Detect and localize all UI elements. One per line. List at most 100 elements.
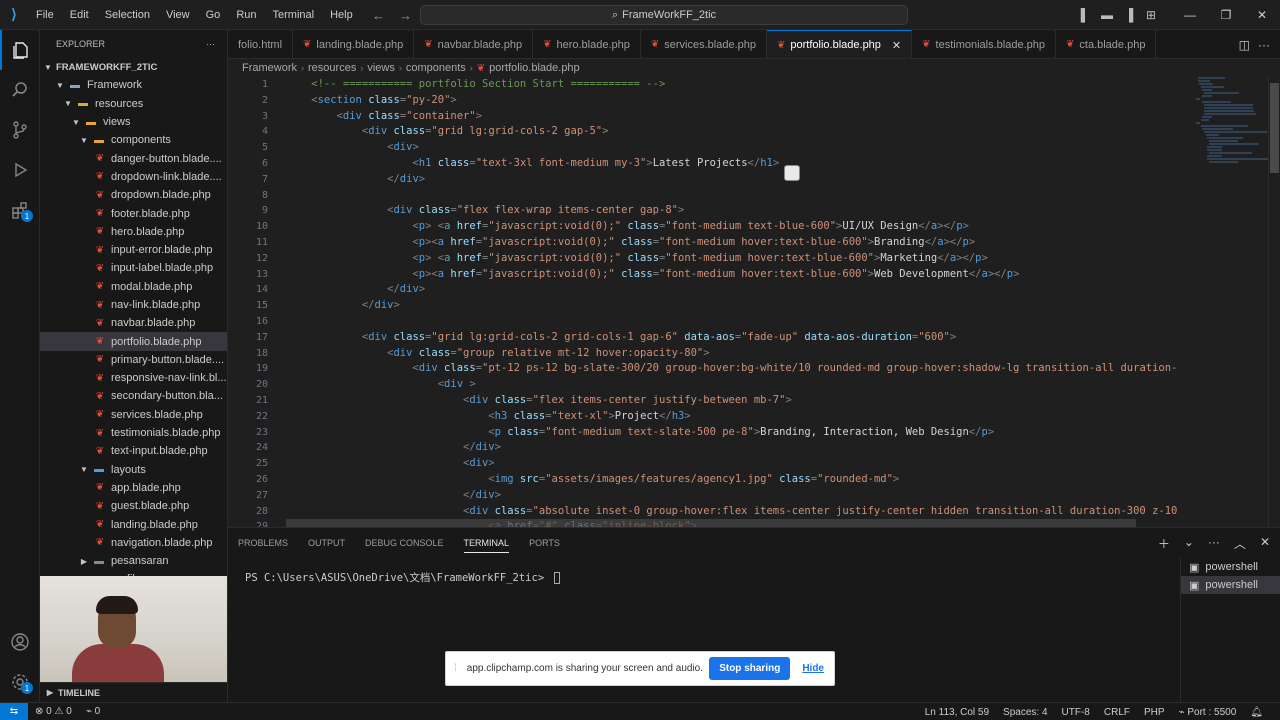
live-server-port[interactable]: ⌁ Port : 5500 — [1172, 707, 1244, 718]
code-line[interactable]: <div class="grid lg:grid-cols-2 gap-5"> — [286, 124, 1190, 140]
code-line[interactable]: <!-- =========== portfolio Section Start… — [286, 77, 1190, 93]
horizontal-scrollbar[interactable] — [286, 519, 1136, 527]
new-terminal-icon[interactable]: ＋ — [1158, 535, 1170, 552]
code-line[interactable]: <p> <a href="javascript:void(0);" class=… — [286, 251, 1190, 267]
hide-button[interactable]: Hide — [802, 663, 824, 674]
breadcrumb-item[interactable]: components — [406, 62, 466, 74]
root-folder[interactable]: ▼ FRAMEWORKFF_2TIC — [40, 58, 227, 76]
code-line[interactable]: <p><a href="javascript:void(0);" class="… — [286, 267, 1190, 283]
problems-status[interactable]: ⊗ 0 ⚠ 0 — [28, 706, 79, 717]
code-line[interactable]: <section class="py-20"> — [286, 93, 1190, 109]
run-debug-icon[interactable] — [0, 150, 40, 190]
close-panel-icon[interactable]: ✕ — [1260, 535, 1270, 552]
folder-layouts[interactable]: ▼ ▬ layouts — [40, 461, 227, 479]
terminal-instance[interactable]: ▣ powershell — [1181, 558, 1280, 576]
terminal-instance[interactable]: ▣ powershell — [1181, 576, 1280, 594]
file-item[interactable]: ❦ responsive-nav-link.bl... — [40, 369, 227, 387]
code-line[interactable]: <div class="flex items-center justify-be… — [286, 393, 1190, 409]
file-item[interactable]: ❦ navigation.blade.php — [40, 534, 227, 552]
code-line[interactable]: <p class="font-medium text-slate-500 pe-… — [286, 425, 1190, 441]
timeline-section[interactable]: ▶ TIMELINE — [40, 682, 227, 702]
editor-tab[interactable]: ❦ cta.blade.php — [1056, 30, 1157, 58]
minimap[interactable] — [1196, 77, 1271, 527]
editor-tab[interactable]: ❦ hero.blade.php — [533, 30, 641, 58]
code-editor[interactable]: 1 2 3 4 5 6 7 8 9 10 11 12 13 14 15 16 17 18 19 20 21 22 23 24 2… — [228, 77, 1280, 527]
file-item[interactable]: ❦ primary-button.blade.... — [40, 351, 227, 369]
menu-selection[interactable]: Selection — [97, 0, 158, 30]
folder-pesansaran[interactable]: ▶ ▬ pesansaran — [40, 552, 227, 570]
toggle-panel-icon[interactable]: ▬ — [1096, 0, 1118, 30]
code-line[interactable]: </div> — [286, 440, 1190, 456]
code-line[interactable]: <p><a href="javascript:void(0);" class="… — [286, 235, 1190, 251]
panel-tab[interactable]: PORTS — [529, 538, 560, 548]
file-item[interactable]: ❦ text-input.blade.php — [40, 442, 227, 460]
language-mode[interactable]: PHP — [1137, 707, 1172, 718]
file-item[interactable]: ❦ danger-button.blade.... — [40, 149, 227, 167]
panel-tab[interactable]: TERMINAL — [463, 538, 510, 553]
ports-status[interactable]: ⌁ 0 — [79, 706, 107, 717]
folder-resources[interactable]: ▼ ▬ resources — [40, 95, 227, 113]
code-line[interactable]: <div> — [286, 140, 1190, 156]
file-item[interactable]: ❦ app.blade.php — [40, 479, 227, 497]
panel-tab[interactable]: OUTPUT — [308, 538, 345, 548]
split-editor-icon[interactable]: ◫ — [1239, 38, 1250, 52]
code-line[interactable]: <div > — [286, 377, 1190, 393]
maximize-icon[interactable]: ❐ — [1208, 0, 1244, 30]
file-item[interactable]: ❦ services.blade.php — [40, 406, 227, 424]
back-arrow-icon[interactable]: ← — [372, 8, 385, 23]
cursor-position[interactable]: Ln 113, Col 59 — [918, 707, 996, 718]
code-line[interactable]: <div class="pt-12 ps-12 bg-slate-300/20 … — [286, 361, 1190, 377]
code-line[interactable]: </div> — [286, 488, 1190, 504]
drag-handle-icon[interactable]: ⁞ — [454, 663, 457, 674]
command-center-search[interactable]: ⌕ FrameWorkFF_2tic — [420, 5, 908, 25]
code-line[interactable]: <div> — [286, 456, 1190, 472]
menu-file[interactable]: File — [28, 0, 62, 30]
file-item[interactable]: ❦ hero.blade.php — [40, 223, 227, 241]
panel-tab[interactable]: PROBLEMS — [238, 538, 288, 548]
search-icon[interactable] — [0, 70, 40, 110]
file-item[interactable]: ❦ input-label.blade.php — [40, 259, 227, 277]
extensions-icon[interactable]: 1 — [0, 190, 40, 230]
code-line[interactable]: </div> — [286, 172, 1190, 188]
menu-help[interactable]: Help — [322, 0, 361, 30]
forward-arrow-icon[interactable]: → — [399, 8, 412, 23]
editor-tab[interactable]: ❦ navbar.blade.php — [414, 30, 534, 58]
code-line[interactable]: <img src="assets/images/features/agency1… — [286, 472, 1190, 488]
toggle-secondary-sidebar-icon[interactable]: ▐ — [1118, 0, 1140, 30]
more-actions-icon[interactable]: ··· — [206, 39, 215, 49]
code-line[interactable]: <h1 class="text-3xl font-medium my-3">La… — [286, 156, 1190, 172]
more-actions-icon[interactable]: ··· — [1208, 535, 1220, 552]
code-line[interactable] — [286, 314, 1190, 330]
code-line[interactable]: <div class="group relative mt-12 hover:o… — [286, 346, 1190, 362]
folder-components[interactable]: ▼ ▬ components — [40, 131, 227, 149]
menu-run[interactable]: Run — [228, 0, 264, 30]
notifications-bell-icon[interactable]: 🔔︎ — [1243, 707, 1270, 718]
folder-framework[interactable]: ▼ ▬ Framework — [40, 76, 227, 94]
settings-gear-icon[interactable]: 1 — [0, 662, 40, 702]
close-window-icon[interactable]: ✕ — [1244, 0, 1280, 30]
menu-view[interactable]: View — [158, 0, 198, 30]
file-item[interactable]: ❦ modal.blade.php — [40, 278, 227, 296]
maximize-panel-icon[interactable]: ︿ — [1234, 535, 1246, 552]
code-line[interactable]: </div> — [286, 282, 1190, 298]
menu-edit[interactable]: Edit — [62, 0, 97, 30]
terminal-output[interactable]: PS C:\Users\ASUS\OneDrive\文档\FrameWorkFF… — [245, 570, 561, 585]
code-line[interactable]: <h3 class="text-xl">Project</h3> — [286, 409, 1190, 425]
file-item[interactable]: ❦ dropdown-link.blade.... — [40, 168, 227, 186]
file-item[interactable]: ❦ secondary-button.bla... — [40, 387, 227, 405]
editor-tab[interactable]: ❦ testimonials.blade.php — [912, 30, 1056, 58]
minimize-icon[interactable]: — — [1172, 0, 1208, 30]
explorer-icon[interactable] — [0, 30, 40, 70]
file-item[interactable]: ❦ nav-link.blade.php — [40, 296, 227, 314]
menu-go[interactable]: Go — [198, 0, 229, 30]
file-item[interactable]: ❦ footer.blade.php — [40, 204, 227, 222]
panel-tab[interactable]: DEBUG CONSOLE — [365, 538, 444, 548]
file-item[interactable]: ❦ testimonials.blade.php — [40, 424, 227, 442]
editor-tab[interactable]: ❦ portfolio.blade.php ✕ — [767, 30, 913, 58]
file-item[interactable]: ❦ dropdown.blade.php — [40, 186, 227, 204]
menu-terminal[interactable]: Terminal — [265, 0, 323, 30]
more-actions-icon[interactable]: ··· — [1258, 38, 1270, 52]
breadcrumb-item[interactable]: Framework — [242, 62, 297, 74]
breadcrumb-item[interactable]: portfolio.blade.php — [489, 62, 580, 74]
file-item[interactable]: ❦ landing.blade.php — [40, 515, 227, 533]
